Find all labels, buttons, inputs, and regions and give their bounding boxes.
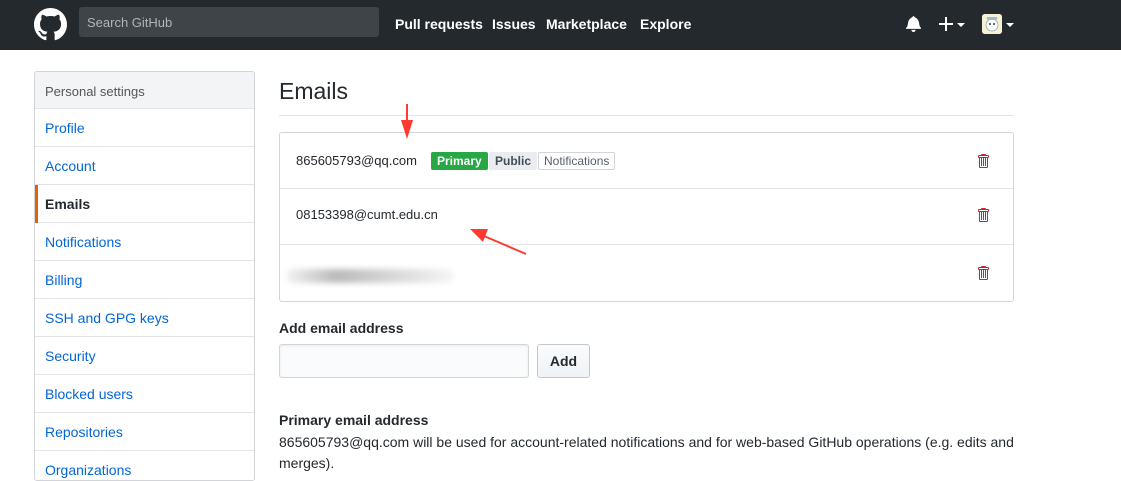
sidebar-item-security[interactable]: Security	[35, 337, 254, 375]
email-row	[280, 245, 1013, 301]
email-address: 08153398@cumt.edu.cn	[296, 207, 438, 222]
sidebar-item-repositories[interactable]: Repositories	[35, 413, 254, 451]
primary-email-description: 865605793@qq.com will be used for accoun…	[279, 434, 1014, 471]
trash-icon[interactable]	[977, 265, 989, 281]
public-badge: Public	[489, 152, 538, 170]
sidebar-item-billing[interactable]: Billing	[35, 261, 254, 299]
plus-icon[interactable]	[939, 17, 953, 31]
chevron-down-icon[interactable]	[1006, 23, 1014, 27]
bell-icon[interactable]	[906, 15, 921, 32]
nav-explore[interactable]: Explore	[640, 16, 691, 32]
nav-marketplace[interactable]: Marketplace	[546, 16, 627, 32]
page-title: Emails	[279, 78, 349, 104]
chevron-down-icon[interactable]	[957, 23, 965, 27]
blurred-email	[286, 269, 454, 283]
primary-email-heading: Primary email address	[279, 412, 429, 428]
trash-icon[interactable]	[977, 153, 989, 169]
nav-pull-requests[interactable]: Pull requests	[395, 16, 483, 32]
sidebar-item-profile[interactable]: Profile	[35, 109, 254, 147]
avatar[interactable]	[982, 14, 1002, 34]
notifications-badge: Notifications	[538, 152, 616, 170]
sidebar-item-blocked-users[interactable]: Blocked users	[35, 375, 254, 413]
email-list: 865605793@qq.com Primary Public Notifica…	[279, 132, 1014, 302]
trash-icon[interactable]	[977, 207, 989, 223]
sidebar-item-ssh-gpg-keys[interactable]: SSH and GPG keys	[35, 299, 254, 337]
sidebar-item-emails[interactable]: Emails	[35, 185, 254, 223]
email-address: 865605793@qq.com	[296, 153, 417, 168]
top-header: Search GitHub Pull requests Issues Marke…	[0, 0, 1121, 50]
sidebar-heading: Personal settings	[35, 72, 254, 109]
search-input[interactable]: Search GitHub	[79, 7, 379, 37]
settings-sidebar: Personal settings Profile Account Emails…	[34, 71, 255, 481]
sidebar-item-organizations[interactable]: Organizations	[35, 451, 254, 480]
sidebar-item-account[interactable]: Account	[35, 147, 254, 185]
primary-badge: Primary	[431, 152, 488, 170]
add-email-label: Add email address	[279, 320, 404, 336]
email-row: 08153398@cumt.edu.cn	[280, 189, 1013, 245]
add-email-button[interactable]: Add	[537, 344, 590, 378]
sidebar-item-notifications[interactable]: Notifications	[35, 223, 254, 261]
add-email-input[interactable]	[279, 344, 529, 378]
nav-issues[interactable]: Issues	[492, 16, 536, 32]
github-logo-icon[interactable]	[34, 8, 67, 41]
title-divider	[279, 115, 1014, 116]
search-placeholder: Search GitHub	[87, 15, 173, 30]
email-row: 865605793@qq.com Primary Public Notifica…	[280, 133, 1013, 189]
